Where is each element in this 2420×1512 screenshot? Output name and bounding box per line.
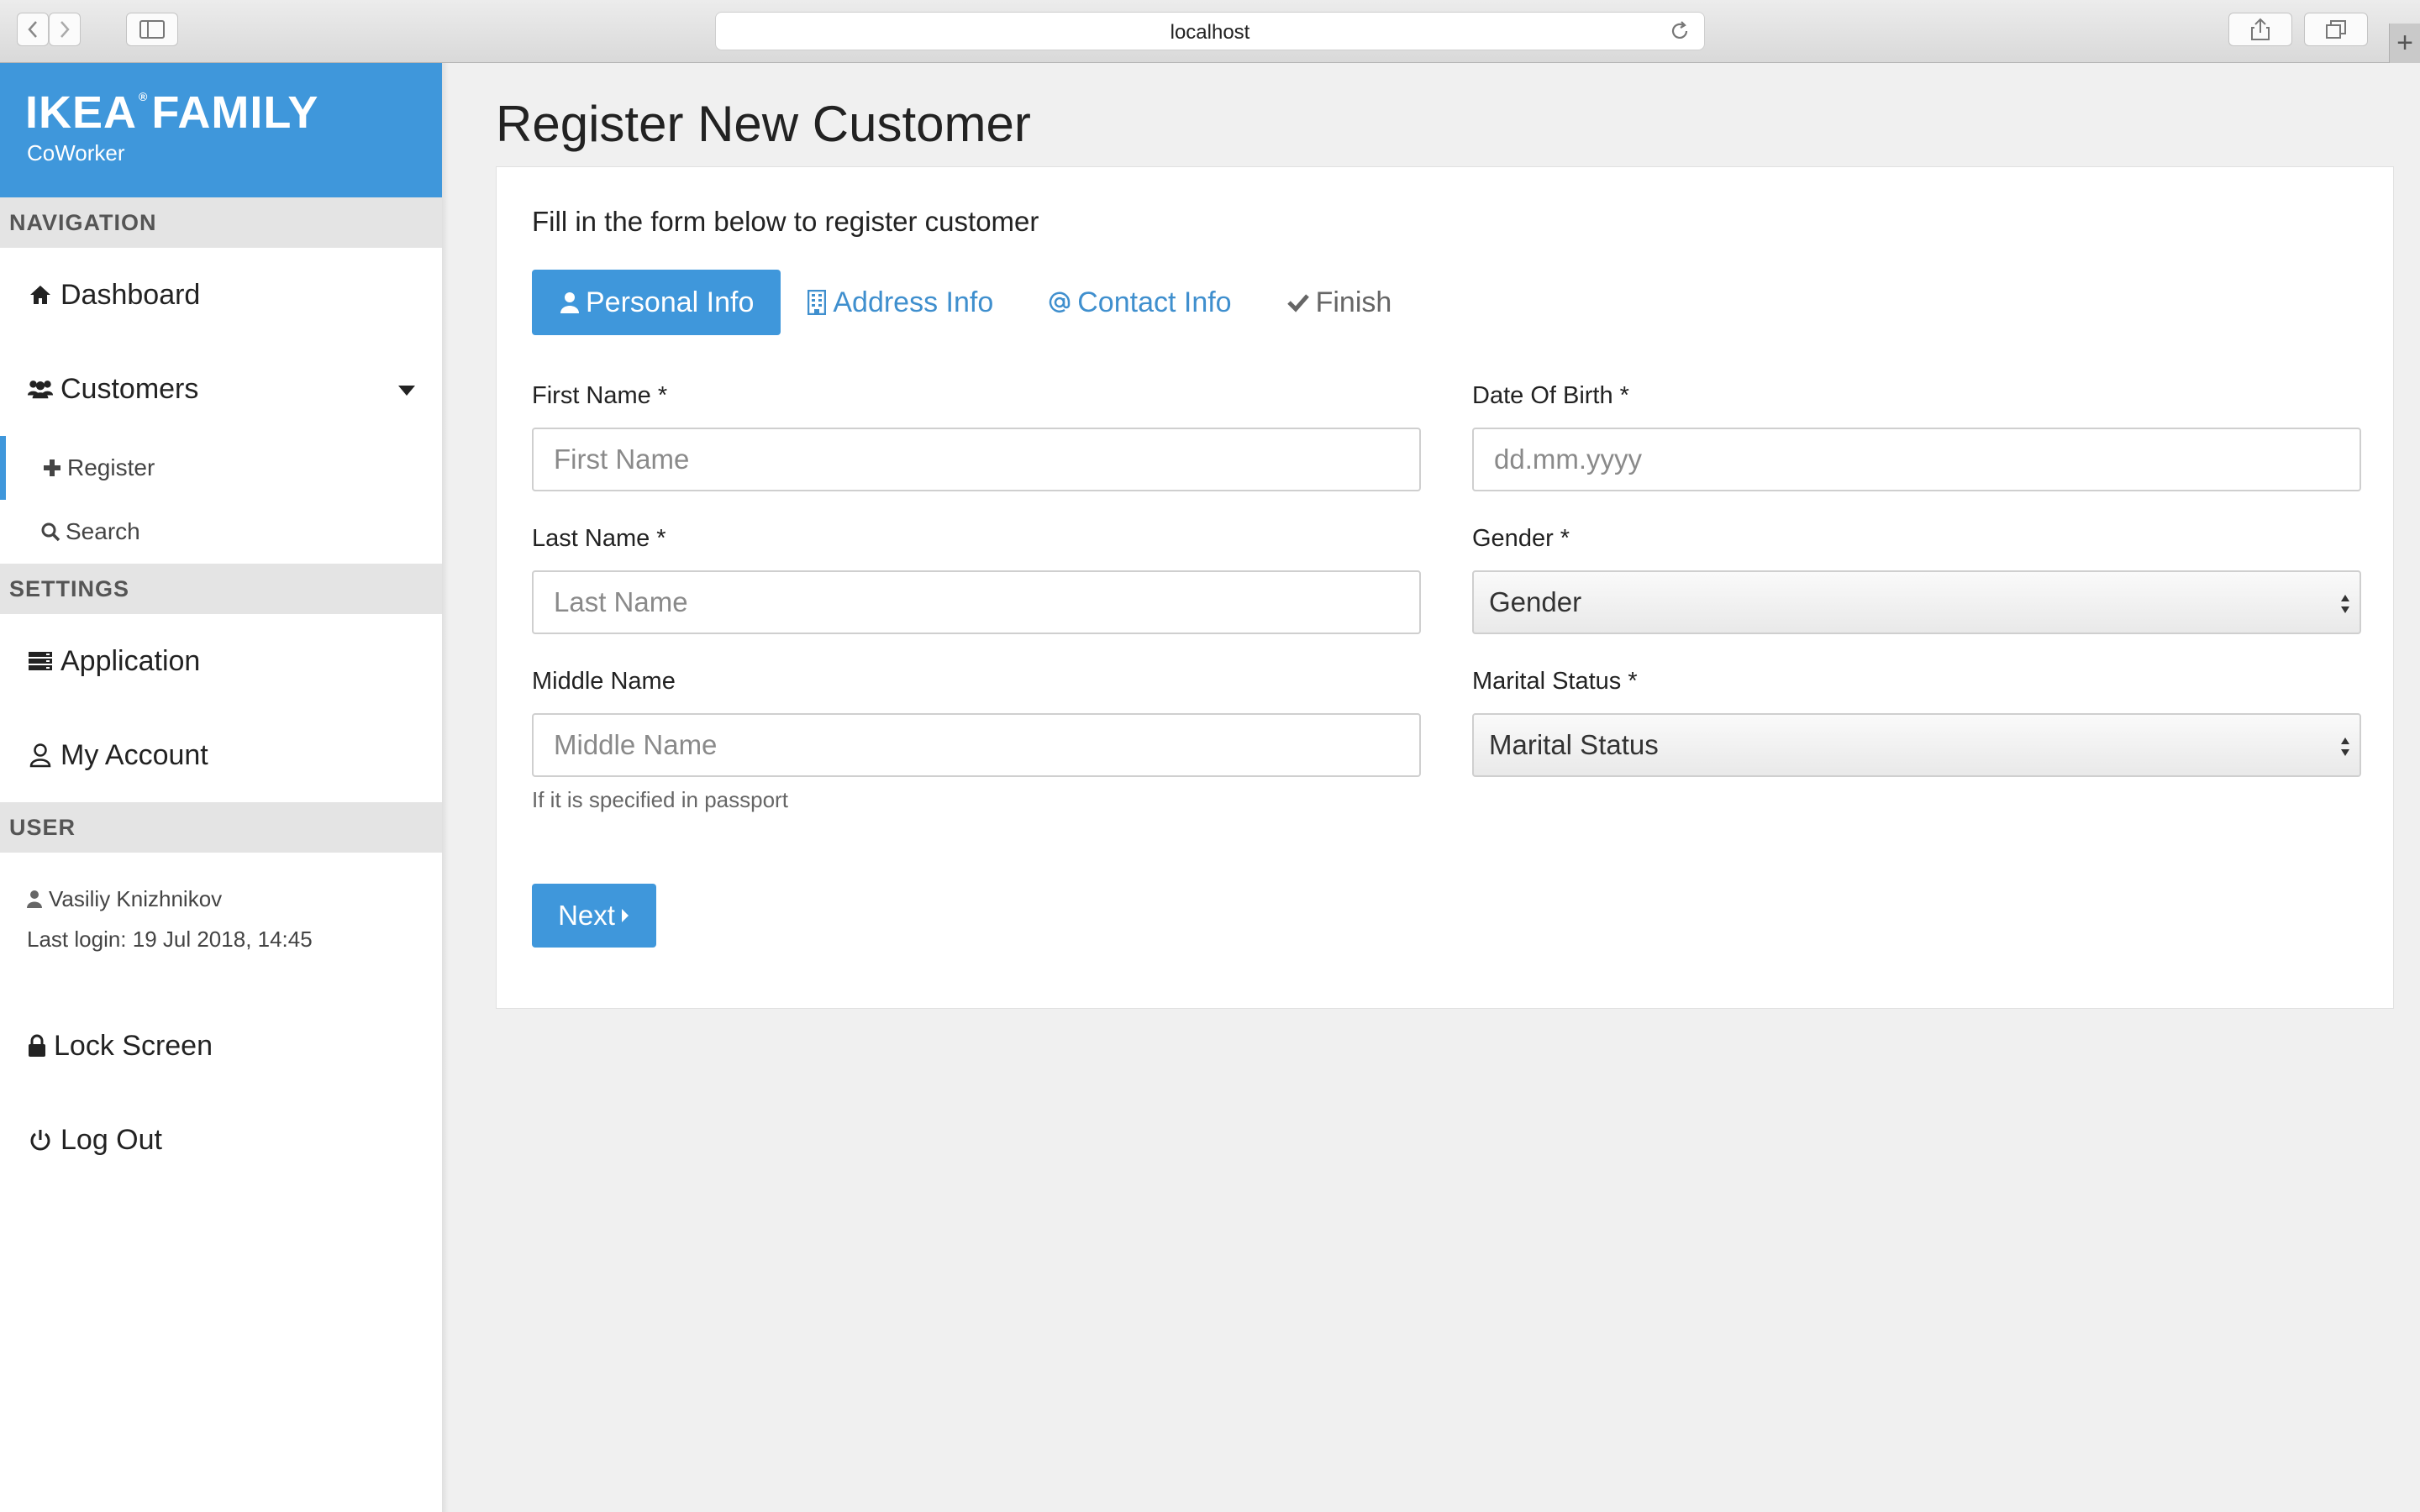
last-login: Last login: 19 Jul 2018, 14:45 [27,926,313,952]
new-tab-button[interactable]: + [2389,24,2420,63]
sidebar-item-label: Customers [60,372,199,405]
next-button[interactable]: Next [532,884,656,948]
last-name-input[interactable] [532,570,1421,634]
first-name-label: First Name * [532,382,668,409]
share-icon [2251,18,2270,40]
tabs-icon [2326,20,2346,39]
middle-name-input[interactable] [532,713,1421,777]
lock-icon [27,1032,47,1059]
sidebar-item-dashboard[interactable]: Dashboard [0,248,442,342]
step-label: Contact Info [1077,286,1232,318]
sidebar-item-lock-screen[interactable]: Lock Screen [0,999,442,1093]
gender-label: Gender * [1472,525,1570,552]
register-form-card: Fill in the form below to register custo… [496,166,2394,1009]
server-icon [27,648,54,675]
check-icon [1286,290,1311,315]
next-button-label: Next [558,900,615,931]
step-label: Finish [1315,286,1392,318]
url-text: localhost [1170,21,1250,44]
search-icon [40,522,60,542]
sidebar-item-application[interactable]: Application [0,614,442,708]
caret-down-icon[interactable] [398,386,415,396]
power-icon [27,1126,54,1153]
sidebar-item-label: My Account [60,738,208,771]
step-personal-info[interactable]: Personal Info [532,270,781,335]
back-button[interactable] [17,13,49,46]
select-arrows-icon [2341,738,2349,756]
user-outline-icon [27,742,54,769]
step-contact-info[interactable]: Contact Info [1020,270,1258,335]
step-finish[interactable]: Finish [1259,270,1419,335]
chevron-left-icon [28,21,37,38]
section-header-settings: SETTINGS [0,564,442,614]
share-button[interactable] [2228,13,2292,46]
sidebar-item-label: Lock Screen [54,1029,213,1062]
sidebar-item-label: Search [66,518,140,544]
marital-status-select-value: Marital Status [1489,729,1659,760]
brand-header[interactable]: IKEA ®FAMILY CoWorker [0,63,442,197]
select-arrows-icon [2341,595,2349,613]
last-name-label: Last Name * [532,525,666,552]
sidebar-item-label: Log Out [60,1123,162,1156]
chevron-right-icon [60,21,70,38]
section-header-navigation: NAVIGATION [0,197,442,248]
middle-name-label: Middle Name [532,668,676,695]
date-of-birth-input[interactable] [1472,428,2361,491]
sidebar-item-my-account[interactable]: My Account [0,708,442,802]
home-icon [27,281,54,308]
sidebar-item-label: Application [60,644,201,677]
marital-status-select[interactable]: Marital Status [1472,713,2361,777]
dob-label: Date Of Birth * [1472,382,1629,409]
brand-subtitle: CoWorker [27,140,125,165]
sidebar-icon [139,20,165,39]
at-icon [1047,290,1072,315]
sidebar-shadow [442,63,449,1512]
sidebar-item-search[interactable]: Search [0,500,442,564]
user-name-row: Vasiliy Knizhnikov [27,885,442,913]
section-header-user: USER [0,802,442,853]
gender-select-value: Gender [1489,586,1582,617]
sidebar-item-log-out[interactable]: Log Out [0,1093,442,1187]
tabs-overview-button[interactable] [2304,13,2368,46]
marital-status-label: Marital Status * [1472,668,1638,695]
page-title: Register New Customer [496,96,1031,152]
sidebar-item-label: Dashboard [60,278,201,311]
reload-icon[interactable] [1669,20,1691,42]
user-info: Vasiliy Knizhnikov Last login: 19 Jul 20… [0,853,442,999]
forward-button[interactable] [49,13,81,46]
wizard-steps: Personal Info Address Info Contact Info … [532,270,1418,335]
sidebar-item-register[interactable]: Register [0,436,442,500]
building-icon [806,290,828,315]
first-name-input[interactable] [532,428,1421,491]
form-intro: Fill in the form below to register custo… [532,206,1039,237]
sidebar-item-label: Register [67,454,155,480]
user-name: Vasiliy Knizhnikov [49,885,223,911]
brand-logo: IKEA ®FAMILY [25,87,319,138]
browser-toolbar: localhost + [0,0,2420,63]
address-bar[interactable]: localhost [715,12,1705,50]
user-icon [27,889,45,909]
step-address-info[interactable]: Address Info [781,270,1020,335]
sidebar: IKEA ®FAMILY CoWorker NAVIGATION Dashboar… [0,63,442,1512]
sidebar-toggle-button[interactable] [126,13,178,46]
middle-name-help: If it is specified in passport [532,787,788,812]
sidebar-item-customers[interactable]: Customers [0,342,442,436]
plus-icon [42,458,62,478]
caret-right-icon [621,909,629,922]
step-label: Address Info [833,286,994,318]
user-icon [559,290,581,315]
step-label: Personal Info [586,286,755,318]
gender-select[interactable]: Gender [1472,570,2361,634]
users-icon [27,375,54,402]
plus-icon: + [2396,27,2413,59]
